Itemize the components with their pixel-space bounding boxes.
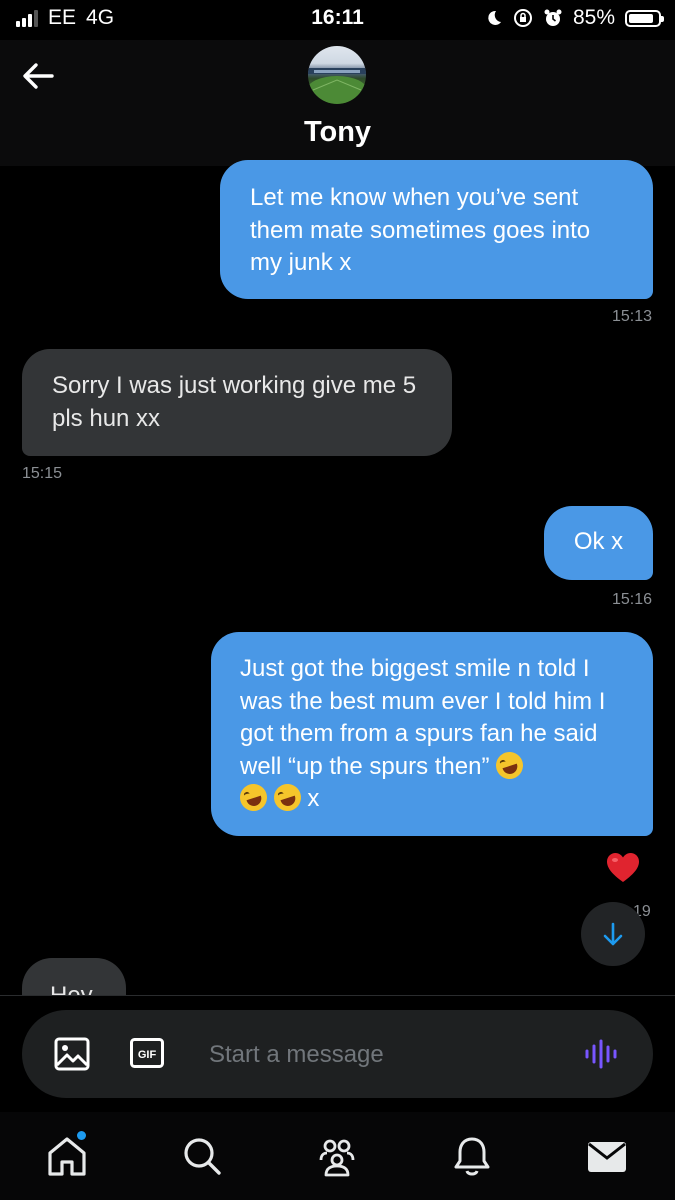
home-icon[interactable]	[45, 1134, 89, 1178]
gif-button[interactable]: GIF	[130, 1038, 164, 1068]
search-icon[interactable]	[180, 1134, 224, 1178]
message-bubble-outgoing[interactable]: Let me know when you’ve sent them mate s…	[220, 160, 653, 299]
gif-icon: GIF	[130, 1038, 164, 1068]
notifications-icon[interactable]	[450, 1134, 494, 1178]
messages-icon[interactable]	[585, 1134, 629, 1178]
heart-reaction-icon[interactable]	[606, 851, 640, 885]
orientation-lock-icon	[513, 9, 532, 27]
contact-name[interactable]: Tony	[0, 116, 675, 149]
conversation-header: Tony	[0, 40, 675, 166]
back-arrow-icon[interactable]	[18, 58, 58, 94]
bottom-tab-bar	[0, 1112, 675, 1200]
alarm-icon	[544, 9, 562, 26]
avatar[interactable]	[308, 46, 366, 104]
rolling-laughing-emoji	[236, 780, 271, 815]
rolling-laughing-emoji	[270, 780, 305, 815]
status-bar: EE 4G 16:11 85%	[0, 0, 675, 40]
message-bubble-outgoing[interactable]: Ok x	[544, 506, 653, 580]
moon-icon	[488, 10, 501, 25]
image-icon[interactable]	[54, 1037, 90, 1071]
scroll-to-bottom-button[interactable]	[581, 902, 645, 966]
dm-conversation-screen: EE 4G 16:11 85% Tony Let me know when yo…	[0, 0, 675, 1200]
gif-label: GIF	[138, 1049, 157, 1061]
voice-waveform-icon[interactable]	[584, 1038, 620, 1070]
notification-dot	[77, 1131, 86, 1140]
message-text: Sorry I was just working give me 5 pls h…	[52, 372, 417, 432]
message-timestamp: 15:16	[612, 591, 653, 608]
battery-icon	[625, 9, 664, 27]
message-text: Just got the biggest smile n told I was …	[240, 655, 606, 780]
message-composer: GIF	[22, 1010, 653, 1098]
message-timestamp: 15:15	[22, 465, 63, 482]
message-input[interactable]	[207, 1032, 551, 1078]
stadium-avatar-image	[308, 68, 366, 104]
battery-percent: 85%	[572, 6, 615, 29]
communities-icon[interactable]	[315, 1134, 359, 1178]
message-text: Let me know when you’ve sent them mate s…	[250, 184, 591, 277]
status-right: 85%	[485, 6, 664, 30]
rolling-laughing-emoji	[492, 748, 527, 783]
message-bubble-outgoing[interactable]: Just got the biggest smile n told I was …	[211, 632, 653, 836]
message-text: Ok x	[573, 528, 624, 555]
message-timestamp: 15:13	[612, 308, 653, 325]
arrow-down-icon	[603, 922, 623, 946]
message-text-suffix: x	[307, 785, 320, 813]
message-bubble-incoming[interactable]: Sorry I was just working give me 5 pls h…	[22, 349, 452, 456]
